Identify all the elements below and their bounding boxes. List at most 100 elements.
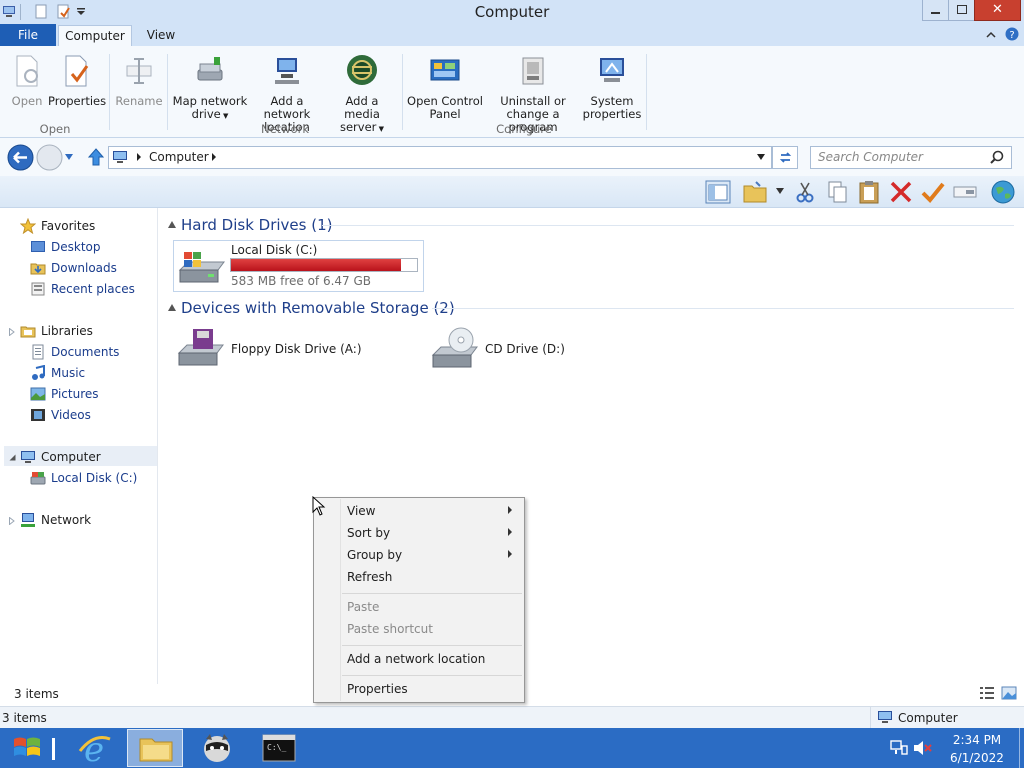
close-icon: ✕	[992, 2, 1003, 17]
globe-icon[interactable]	[990, 180, 1016, 204]
expand-arrow-icon[interactable]	[9, 328, 15, 336]
menu-item-paste[interactable]: Paste	[347, 600, 379, 614]
nav-item-favorites[interactable]: Favorites	[41, 219, 95, 233]
back-icon[interactable]	[7, 144, 34, 171]
nav-item-computer[interactable]: Computer	[41, 450, 101, 464]
open-icon	[16, 55, 38, 87]
collapse-group-icon[interactable]	[168, 221, 176, 228]
properties-button[interactable]: Properties	[48, 54, 106, 108]
help-icon[interactable]: ?	[1005, 27, 1019, 41]
details-view-icon[interactable]	[979, 686, 995, 700]
recent-locations-icon[interactable]	[64, 153, 74, 161]
paste-icon[interactable]	[856, 180, 882, 204]
tab-file[interactable]: File	[0, 24, 56, 46]
map-network-drive-button[interactable]: Map network drive ▼	[172, 54, 248, 123]
command-prompt-icon[interactable]: C:\_	[262, 734, 296, 762]
nav-item-libraries[interactable]: Libraries	[41, 324, 93, 338]
nav-item-videos[interactable]: Videos	[51, 408, 91, 422]
group-header-removable[interactable]: Devices with Removable Storage (2)	[181, 299, 455, 317]
chevron-down-icon[interactable]	[756, 153, 766, 161]
nav-item-desktop[interactable]: Desktop	[51, 240, 101, 254]
chevron-right-icon[interactable]	[211, 153, 217, 161]
cd-drive-icon[interactable]	[431, 327, 481, 371]
ribbon-separator	[646, 54, 647, 130]
expand-arrow-icon[interactable]	[9, 517, 15, 525]
nav-item-downloads[interactable]: Downloads	[51, 261, 117, 275]
status-divider	[870, 706, 871, 728]
show-desktop-button[interactable]	[1019, 728, 1024, 768]
tab-view[interactable]: View	[138, 24, 184, 46]
network-icon	[21, 513, 35, 527]
drive-usage-fill	[231, 259, 401, 271]
window-title: Computer	[474, 3, 550, 21]
nav-item-recent-places[interactable]: Recent places	[51, 282, 135, 296]
ribbon-separator	[167, 54, 168, 130]
up-arrow-icon[interactable]	[88, 148, 104, 166]
menu-item-properties[interactable]: Properties	[347, 682, 408, 696]
checkmark-icon[interactable]	[920, 180, 946, 204]
system-properties-button[interactable]: System properties	[582, 54, 642, 121]
nav-item-documents[interactable]: Documents	[51, 345, 119, 359]
ribbon-separator	[402, 54, 403, 130]
group-header-hard-disk[interactable]: Hard Disk Drives (1)	[181, 216, 332, 234]
media-server-icon	[347, 55, 377, 85]
volume-muted-icon[interactable]	[913, 740, 933, 756]
recent-places-icon	[31, 282, 45, 296]
status-location: Computer	[898, 711, 958, 725]
menu-separator	[342, 675, 522, 676]
nav-item-pictures[interactable]: Pictures	[51, 387, 99, 401]
breadcrumb-computer[interactable]: Computer	[149, 150, 209, 164]
item-count: 3 items	[2, 711, 47, 725]
menu-item-group-by[interactable]: Group by	[347, 548, 402, 562]
chevron-right-icon[interactable]	[136, 153, 142, 161]
clock-date[interactable]: 6/1/2022	[937, 751, 1017, 765]
cut-icon[interactable]	[792, 180, 818, 204]
rename-icon	[126, 58, 152, 84]
tab-computer[interactable]: Computer	[58, 25, 132, 47]
search-icon[interactable]	[990, 150, 1004, 164]
preview-pane-icon[interactable]	[705, 180, 731, 204]
menu-item-add-network-location[interactable]: Add a network location	[347, 652, 485, 666]
rename-button[interactable]: Rename	[114, 54, 164, 108]
open-control-panel-button[interactable]: Open Control Panel	[406, 54, 484, 121]
folder-options-icon[interactable]	[742, 180, 768, 204]
drive-name-cd[interactable]: CD Drive (D:)	[485, 342, 565, 356]
forward-icon[interactable]	[36, 144, 63, 171]
network-tray-icon[interactable]	[890, 740, 908, 756]
rename-icon[interactable]	[952, 180, 978, 204]
folder-icon	[139, 738, 173, 762]
close-button[interactable]: ✕	[974, 0, 1021, 21]
clock-time[interactable]: 2:34 PM	[937, 733, 1017, 747]
delete-icon[interactable]	[888, 180, 914, 204]
minimize-button[interactable]	[922, 0, 949, 21]
svg-text:?: ?	[1009, 30, 1014, 41]
raccoon-icon[interactable]	[200, 731, 234, 765]
minimize-ribbon-icon[interactable]	[985, 29, 997, 41]
menu-item-sort-by[interactable]: Sort by	[347, 526, 390, 540]
nav-item-music[interactable]: Music	[51, 366, 85, 380]
drive-name-floppy[interactable]: Floppy Disk Drive (A:)	[231, 342, 362, 356]
documents-icon	[32, 344, 44, 360]
restore-button[interactable]	[948, 0, 975, 21]
collapse-arrow-icon[interactable]	[9, 454, 16, 461]
collapse-group-icon[interactable]	[168, 304, 176, 311]
computer-icon	[878, 711, 892, 723]
menu-separator	[342, 593, 522, 594]
internet-explorer-icon[interactable]: e	[76, 731, 112, 765]
open-button[interactable]: Open	[6, 54, 48, 108]
floppy-drive-icon[interactable]	[177, 329, 227, 369]
computer-icon	[113, 151, 127, 163]
copy-icon[interactable]	[824, 180, 850, 204]
chevron-down-icon[interactable]	[776, 188, 784, 194]
large-icons-view-icon[interactable]	[1001, 686, 1017, 700]
windows-start-icon[interactable]	[12, 735, 42, 761]
menu-item-refresh[interactable]: Refresh	[347, 570, 392, 584]
drive-name-local-disk: Local Disk (C:)	[231, 243, 318, 257]
menu-item-paste-shortcut[interactable]: Paste shortcut	[347, 622, 433, 636]
menu-item-view[interactable]: View	[347, 504, 375, 518]
drive-free-space: 583 MB free of 6.47 GB	[231, 274, 372, 288]
nav-item-network[interactable]: Network	[41, 513, 91, 527]
nav-item-local-disk[interactable]: Local Disk (C:)	[51, 471, 137, 485]
ribbon-separator	[109, 54, 110, 130]
group-divider	[322, 225, 1014, 226]
